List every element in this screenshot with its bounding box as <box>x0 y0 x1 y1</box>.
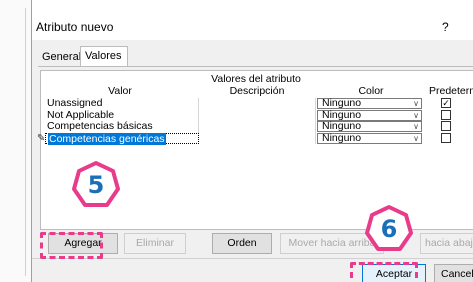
tab-general-label: General <box>42 51 82 63</box>
chevron-down-icon: ∨ <box>413 99 419 108</box>
default-checkbox[interactable]: ✓ <box>441 98 451 108</box>
default-checkbox[interactable] <box>441 109 451 120</box>
valor-cell[interactable]: Competencias genéricas <box>45 132 199 145</box>
table-row[interactable]: Competencias básicas Ninguno ∨ <box>41 121 473 133</box>
color-select[interactable]: Ninguno ∨ <box>317 108 422 121</box>
table-rows: Unassigned Ninguno ∨ ✓ Not Applicable Nin… <box>37 97 473 145</box>
valor-text: Competencias básicas <box>47 120 153 132</box>
column-header-descripcion[interactable]: Descripción <box>199 85 315 98</box>
valor-text: Competencias genéricas <box>48 132 166 145</box>
color-select-value: Ninguno <box>322 97 362 109</box>
predeterminado-cell <box>441 109 455 122</box>
step-5-label: 5 <box>87 171 105 199</box>
predeterminado-cell <box>441 132 455 145</box>
valor-cell[interactable]: Competencias básicas <box>45 121 199 133</box>
tab-valores-label: Valores <box>85 50 122 62</box>
valor-text: Not Applicable <box>47 108 115 121</box>
predeterminado-cell: ✓ <box>441 98 455 110</box>
title-bar: Atributo nuevo ? <box>32 0 473 40</box>
table-row-selected[interactable]: ✎ Competencias genéricas Ninguno ∨ <box>37 131 473 145</box>
chevron-down-icon: ∨ <box>413 122 419 131</box>
help-button[interactable]: ? <box>442 20 449 34</box>
highlight-accept-button <box>350 262 418 282</box>
table-group-header: Valores del atributo <box>41 71 473 85</box>
cancel-button[interactable]: Cancelar <box>434 264 473 282</box>
descripcion-cell[interactable] <box>199 109 316 121</box>
tab-divider <box>38 66 473 67</box>
descripcion-cell[interactable] <box>199 98 316 110</box>
color-select-value: Ninguno <box>322 120 362 132</box>
color-cell: Ninguno ∨ <box>317 131 425 145</box>
background-window <box>0 0 31 282</box>
default-checkbox[interactable] <box>441 132 451 143</box>
chevron-down-icon: ∨ <box>413 133 419 143</box>
highlight-add-button <box>40 232 103 259</box>
move-down-button[interactable]: hacia abajo <box>420 233 473 254</box>
color-select-value: Ninguno <box>322 131 362 144</box>
dialog-title: Atributo nuevo <box>36 20 114 34</box>
step-6-badge: 6 <box>364 204 414 254</box>
chevron-down-icon: ∨ <box>413 110 419 120</box>
color-select-value: Ninguno <box>322 108 362 121</box>
predeterminado-cell <box>441 121 455 133</box>
delete-button[interactable]: Eliminar <box>124 233 186 254</box>
valor-text: Unassigned <box>47 97 103 109</box>
color-select[interactable]: Ninguno ∨ <box>317 98 422 109</box>
checkmark-icon: ✓ <box>442 98 450 108</box>
column-header-predeterminado[interactable]: Predetermin <box>425 85 473 98</box>
step-6-label: 6 <box>380 215 398 243</box>
default-checkbox[interactable] <box>441 121 451 131</box>
group-header-label: Valores del atributo <box>211 73 301 85</box>
order-button[interactable]: Orden <box>212 233 272 254</box>
color-select[interactable]: Ninguno ∨ <box>317 131 422 144</box>
descripcion-cell[interactable] <box>199 121 316 133</box>
step-5-badge: 5 <box>71 160 121 210</box>
tab-general[interactable]: General <box>38 48 82 66</box>
descripcion-cell[interactable] <box>199 132 316 144</box>
background-window-frame <box>18 8 26 276</box>
color-select[interactable]: Ninguno ∨ <box>317 121 422 132</box>
tab-valores[interactable]: Valores <box>80 46 128 66</box>
